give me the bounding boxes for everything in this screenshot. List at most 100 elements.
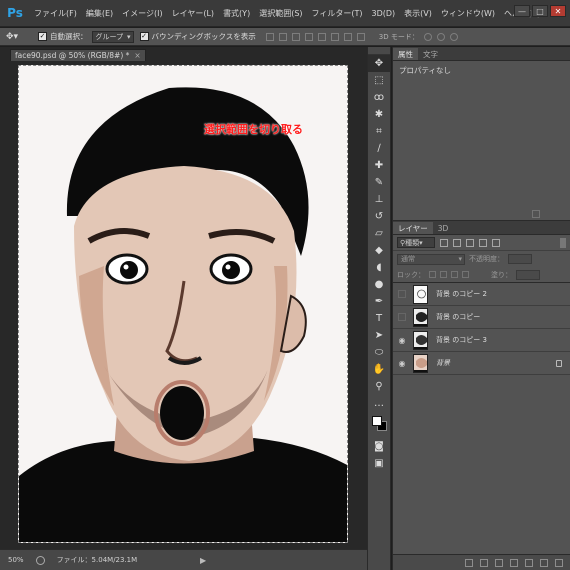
roll-3d-icon[interactable] <box>436 32 445 41</box>
hand-tool-icon[interactable]: ✋ <box>368 361 390 378</box>
shape-filter-icon[interactable] <box>479 238 487 247</box>
auto-select-checkbox[interactable]: ✓ <box>38 32 47 41</box>
canvas[interactable]: 選択範囲を切り取る <box>18 65 348 543</box>
visibility-toggle[interactable] <box>398 313 406 321</box>
tab-character[interactable]: 文字 <box>418 48 443 60</box>
align-left-icon[interactable] <box>304 32 313 41</box>
image-filter-icon[interactable] <box>440 238 448 247</box>
layer-row[interactable]: ◉ 背景 のコピー 3 <box>393 329 570 352</box>
menu-view[interactable]: 表示(V) <box>404 8 432 19</box>
close-icon[interactable]: × <box>134 51 140 60</box>
align-top-icon[interactable] <box>265 32 274 41</box>
rotate-3d-icon[interactable] <box>423 32 432 41</box>
document-area: face90.psd @ 50% (RGB/8#) * × 選択範囲を切り取る <box>0 47 367 549</box>
screen-mode-icon[interactable]: ▣ <box>368 455 390 472</box>
fill-field[interactable] <box>516 269 540 280</box>
options-bar: ✥▾ ✓ 自動選択： グループ ▾ ✓ バウンディングボックスを表示 3D モー… <box>0 28 570 46</box>
filter-toggle[interactable] <box>560 237 566 248</box>
add-mask-icon[interactable] <box>495 558 503 567</box>
eye-icon[interactable]: ◉ <box>396 357 408 369</box>
menu-file[interactable]: ファイル(F) <box>34 8 77 19</box>
magic-wand-icon[interactable]: ✱ <box>368 106 390 123</box>
align-right-icon[interactable] <box>330 32 339 41</box>
healing-brush-icon[interactable]: ✚ <box>368 157 390 174</box>
zoom-tool-icon[interactable]: ⚲ <box>368 378 390 395</box>
adjustment-filter-icon[interactable] <box>453 238 461 247</box>
move-tool-icon[interactable]: ✥▾ <box>6 30 32 44</box>
document-tab[interactable]: face90.psd @ 50% (RGB/8#) * × <box>10 49 146 61</box>
fill-label: 塗り： <box>491 270 512 279</box>
distribute-h-icon[interactable] <box>356 32 365 41</box>
lock-pixels-icon[interactable] <box>440 271 447 278</box>
layer-row[interactable]: 背景 のコピー <box>393 306 570 329</box>
quick-mask-icon[interactable]: ◙ <box>368 438 390 455</box>
eyedropper-icon[interactable]: ∕ <box>368 140 390 157</box>
trash-icon[interactable] <box>532 210 540 218</box>
clone-stamp-icon[interactable]: ⊥ <box>368 191 390 208</box>
toolbar-grip[interactable] <box>368 47 390 55</box>
type-filter-icon[interactable] <box>466 238 474 247</box>
info-icon[interactable] <box>35 555 45 565</box>
eye-icon[interactable]: ◉ <box>396 334 408 346</box>
auto-select-dropdown[interactable]: グループ ▾ <box>91 30 134 43</box>
tab-properties[interactable]: 属性 <box>393 48 418 60</box>
layer-kind-filter[interactable]: ⚲ 種類 ▾ <box>397 237 435 248</box>
right-panels: 属性 文字 プロパティなし レイヤー 3D ⚲ 種類 ▾ 通常 ▾ 不透明度： … <box>392 47 570 570</box>
align-center-icon[interactable] <box>317 32 326 41</box>
tab-3d[interactable]: 3D <box>433 222 454 234</box>
lock-all-icon[interactable] <box>462 271 469 278</box>
foreground-color[interactable] <box>372 416 382 426</box>
menu-window[interactable]: ウィンドウ(W) <box>441 8 495 19</box>
menu-filter[interactable]: フィルター(T) <box>312 8 363 19</box>
more-tools-icon[interactable]: … <box>368 395 390 412</box>
menu-type[interactable]: 書式(Y) <box>223 8 250 19</box>
layer-row[interactable]: 背景 のコピー 2 <box>393 283 570 306</box>
adjustment-layer-icon[interactable] <box>510 558 518 567</box>
new-group-icon[interactable] <box>525 558 533 567</box>
menu-3d[interactable]: 3D(D) <box>372 9 396 18</box>
history-brush-icon[interactable]: ↺ <box>368 208 390 225</box>
opacity-field[interactable] <box>508 254 532 264</box>
bounding-box-checkbox[interactable]: ✓ <box>139 32 149 41</box>
eraser-tool-icon[interactable]: ▱ <box>368 225 390 242</box>
align-middle-icon[interactable] <box>278 32 287 41</box>
lock-label: ロック： <box>397 270 425 279</box>
lasso-tool-icon[interactable]: ꝏ <box>368 89 390 106</box>
menu-edit[interactable]: 編集(E) <box>86 8 113 19</box>
lock-position-icon[interactable] <box>451 271 458 278</box>
brush-tool-icon[interactable]: ✎ <box>368 174 390 191</box>
smart-object-filter-icon[interactable] <box>492 238 500 247</box>
path-select-icon[interactable]: ➤ <box>368 327 390 344</box>
layer-row[interactable]: ◉ 背景 <box>393 352 570 375</box>
menu-image[interactable]: イメージ(I) <box>122 8 162 19</box>
distribute-icon[interactable] <box>343 32 352 41</box>
maximize-button[interactable]: □ <box>532 5 548 17</box>
paint-bucket-icon[interactable]: ◆ <box>368 242 390 259</box>
crop-tool-icon[interactable]: ⌗ <box>368 123 390 140</box>
delete-layer-icon[interactable] <box>555 558 563 567</box>
play-arrow-icon[interactable]: ▶ <box>200 556 206 565</box>
marquee-tool-icon[interactable]: ⬚ <box>368 72 390 89</box>
new-layer-icon[interactable] <box>540 558 548 567</box>
blur-tool-icon[interactable]: ◖ <box>368 259 390 276</box>
visibility-toggle[interactable] <box>398 290 406 298</box>
zoom-level[interactable]: 50% <box>8 556 24 564</box>
link-layers-icon[interactable] <box>465 558 473 567</box>
tools-panel: ✥ ⬚ ꝏ ✱ ⌗ ∕ ✚ ✎ ⊥ ↺ ▱ ◆ ◖ ● ✒ T ➤ ⬭ ✋ ⚲ … <box>367 47 391 570</box>
close-button[interactable]: ✕ <box>550 5 566 17</box>
menu-layer[interactable]: レイヤー(L) <box>172 8 214 19</box>
minimize-button[interactable]: — <box>514 5 530 17</box>
pan-3d-icon[interactable] <box>449 32 458 41</box>
type-tool-icon[interactable]: T <box>368 310 390 327</box>
blend-mode-dropdown[interactable]: 通常 ▾ <box>397 253 465 265</box>
menu-select[interactable]: 選択範囲(S) <box>259 8 302 19</box>
ellipse-tool-icon[interactable]: ⬭ <box>368 344 390 361</box>
bounding-box-label: バウンディングボックスを表示 <box>151 32 256 41</box>
dodge-tool-icon[interactable]: ● <box>368 276 390 293</box>
lock-transparent-icon[interactable] <box>429 271 436 278</box>
pen-tool-icon[interactable]: ✒ <box>368 293 390 310</box>
fx-icon[interactable] <box>480 558 488 567</box>
tab-layers[interactable]: レイヤー <box>393 222 433 234</box>
move-tool-icon[interactable]: ✥ <box>368 55 390 72</box>
align-bottom-icon[interactable] <box>291 32 300 41</box>
